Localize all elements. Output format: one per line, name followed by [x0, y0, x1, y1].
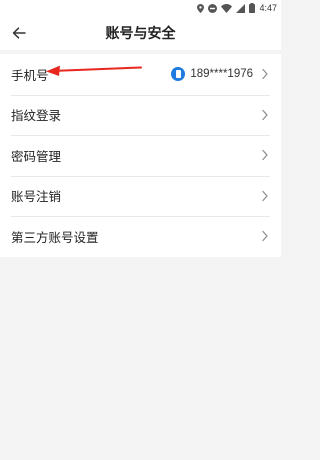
chevron-right-icon — [262, 231, 268, 242]
status-icons: 4:47 — [197, 1, 277, 15]
settings-item-label: 账号注销 — [11, 189, 62, 205]
settings-item-label: 密码管理 — [11, 148, 62, 164]
phone-badge-icon — [171, 67, 186, 82]
chevron-right-icon — [262, 190, 268, 201]
app-bar: 账号与安全 — [0, 16, 281, 50]
screen: 4:47 账号与安全 手机号 189****1976 指纹登录 密码管理 账号注… — [0, 0, 281, 460]
settings-item-password[interactable]: 密码管理 — [0, 135, 281, 176]
settings-item-fingerprint-login[interactable]: 指纹登录 — [0, 94, 281, 136]
phone-number: 189****1976 — [190, 68, 253, 81]
chevron-right-icon — [262, 109, 268, 120]
location-icon — [197, 3, 205, 13]
settings-item-label: 手机号 — [11, 67, 49, 83]
phone-value: 189****1976 — [171, 67, 253, 82]
settings-item-third-party-accounts[interactable]: 第三方账号设置 — [0, 216, 281, 257]
chevron-right-icon — [262, 150, 268, 161]
chevron-right-icon — [262, 69, 268, 80]
settings-list: 手机号 189****1976 指纹登录 密码管理 账号注销 第三方账号设置 — [0, 54, 281, 257]
settings-item-phone[interactable]: 手机号 189****1976 — [0, 54, 281, 95]
status-bar: 4:47 — [0, 0, 281, 16]
status-time: 4:47 — [259, 3, 277, 13]
settings-item-account-deletion[interactable]: 账号注销 — [0, 175, 281, 217]
settings-item-label: 第三方账号设置 — [11, 229, 99, 245]
page-title: 账号与安全 — [105, 26, 176, 42]
do-not-disturb-icon — [208, 3, 218, 13]
signal-icon — [236, 3, 246, 13]
wifi-icon — [221, 3, 233, 13]
settings-item-label: 指纹登录 — [11, 108, 62, 124]
battery-icon — [249, 3, 256, 13]
